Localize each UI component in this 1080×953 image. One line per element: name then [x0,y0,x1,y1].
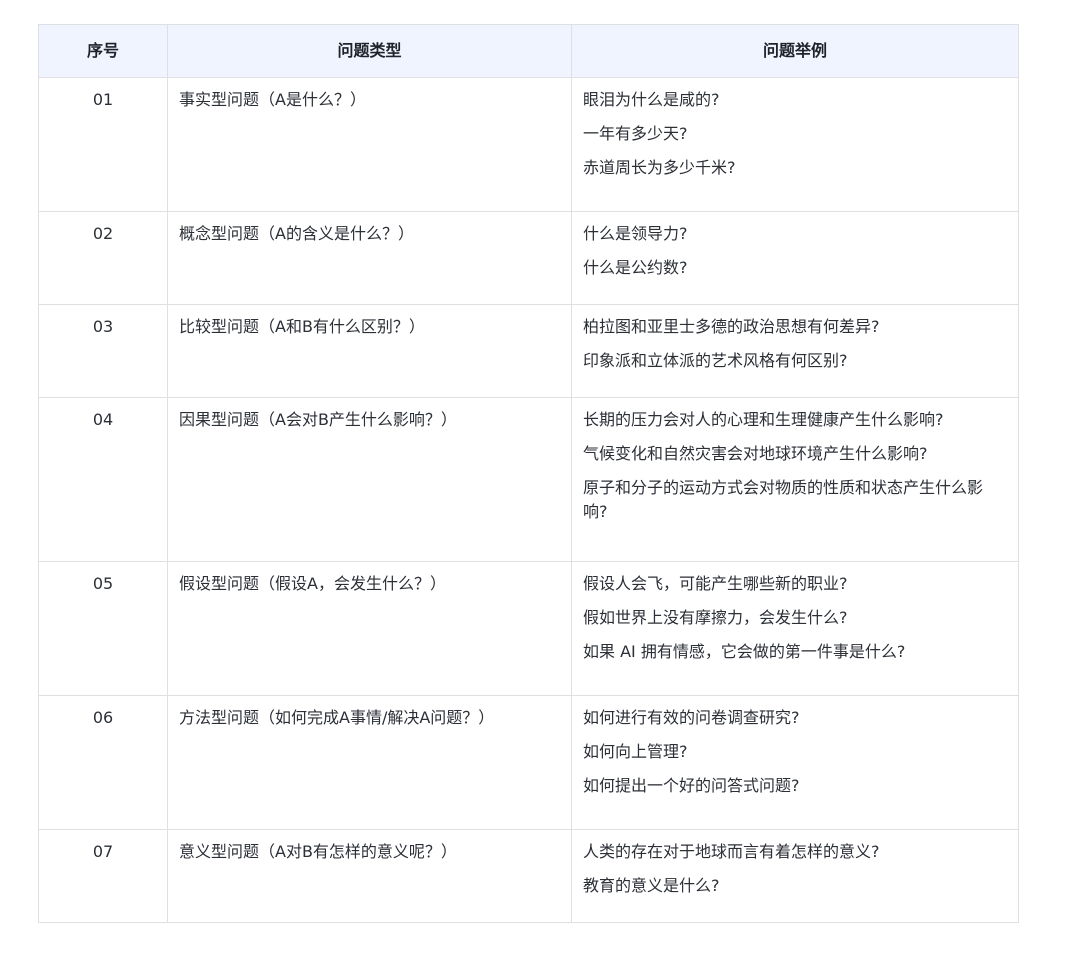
example-text: 如果 AI 拥有情感，它会做的第一件事是什么? [583,642,906,661]
example-text: 原子和分子的运动方式会对物质的性质和状态产生什么影响? [583,478,984,521]
header-row: 序号 问题类型 问题举例 [38,24,1019,78]
row-question-type: 因果型问题（A会对B产生什么影响？） [167,397,572,562]
header-number: 序号 [38,24,168,78]
row-examples: 什么是领导力? 什么是公约数? [571,211,1019,305]
row-question-type: 比较型问题（A和B有什么区别？） [167,304,572,398]
row-examples: 如何进行有效的问卷调查研究? 如何向上管理? 如何提出一个好的问答式问题? [571,695,1019,830]
table-body: 01 事实型问题（A是什么？） 眼泪为什么是咸的? 一年有多少天? 赤道周长为多… [38,77,1019,923]
table-row: 03 比较型问题（A和B有什么区别？） 柏拉图和亚里士多德的政治思想有何差异? … [38,304,1019,398]
row-number: 07 [38,829,168,923]
row-number: 04 [38,397,168,562]
example-text: 一年有多少天? [583,124,688,143]
example-text: 赤道周长为多少千米? [583,158,736,177]
example-text: 印象派和立体派的艺术风格有何区别? [583,351,848,370]
question-types-table-container: 序号 问题类型 问题举例 01 事实型问题（A是什么？） 眼泪为什么是咸的? 一… [38,24,1019,923]
row-examples: 柏拉图和亚里士多德的政治思想有何差异? 印象派和立体派的艺术风格有何区别? [571,304,1019,398]
example-text: 如何向上管理? [583,742,688,761]
row-question-type: 方法型问题（如何完成A事情/解决A问题？） [167,695,572,830]
example-text: 假如世界上没有摩擦力，会发生什么? [583,608,848,627]
example-text: 气候变化和自然灾害会对地球环境产生什么影响? [583,444,928,463]
example-text: 假设人会飞，可能产生哪些新的职业? [583,574,848,593]
table-header: 序号 问题类型 问题举例 [38,24,1019,78]
example-text: 教育的意义是什么? [583,876,720,895]
row-question-type: 概念型问题（A的含义是什么？） [167,211,572,305]
table-row: 07 意义型问题（A对B有怎样的意义呢？） 人类的存在对于地球而言有着怎样的意义… [38,829,1019,923]
example-text: 眼泪为什么是咸的? [583,90,720,109]
row-number: 01 [38,77,168,212]
row-examples: 人类的存在对于地球而言有着怎样的意义? 教育的意义是什么? [571,829,1019,923]
example-text: 人类的存在对于地球而言有着怎样的意义? [583,842,880,861]
table-row: 04 因果型问题（A会对B产生什么影响？） 长期的压力会对人的心理和生理健康产生… [38,397,1019,562]
example-text: 什么是领导力? [583,224,688,243]
header-question-type: 问题类型 [167,24,572,78]
row-number: 03 [38,304,168,398]
row-question-type: 事实型问题（A是什么？） [167,77,572,212]
example-text: 长期的压力会对人的心理和生理健康产生什么影响? [583,410,944,429]
row-question-type: 意义型问题（A对B有怎样的意义呢？） [167,829,572,923]
example-text: 什么是公约数? [583,258,688,277]
table-row: 06 方法型问题（如何完成A事情/解决A问题？） 如何进行有效的问卷调查研究? … [38,695,1019,830]
row-number: 05 [38,561,168,696]
table-row: 02 概念型问题（A的含义是什么？） 什么是领导力? 什么是公约数? [38,211,1019,305]
row-examples: 长期的压力会对人的心理和生理健康产生什么影响? 气候变化和自然灾害会对地球环境产… [571,397,1019,562]
row-examples: 眼泪为什么是咸的? 一年有多少天? 赤道周长为多少千米? [571,77,1019,212]
example-text: 柏拉图和亚里士多德的政治思想有何差异? [583,317,880,336]
header-question-examples: 问题举例 [571,24,1019,78]
row-question-type: 假设型问题（假设A，会发生什么？） [167,561,572,696]
example-text: 如何提出一个好的问答式问题? [583,776,800,795]
row-examples: 假设人会飞，可能产生哪些新的职业? 假如世界上没有摩擦力，会发生什么? 如果 A… [571,561,1019,696]
row-number: 06 [38,695,168,830]
question-types-table: 序号 问题类型 问题举例 01 事实型问题（A是什么？） 眼泪为什么是咸的? 一… [38,24,1019,923]
table-row: 01 事实型问题（A是什么？） 眼泪为什么是咸的? 一年有多少天? 赤道周长为多… [38,77,1019,212]
table-row: 05 假设型问题（假设A，会发生什么？） 假设人会飞，可能产生哪些新的职业? 假… [38,561,1019,696]
row-number: 02 [38,211,168,305]
example-text: 如何进行有效的问卷调查研究? [583,708,800,727]
